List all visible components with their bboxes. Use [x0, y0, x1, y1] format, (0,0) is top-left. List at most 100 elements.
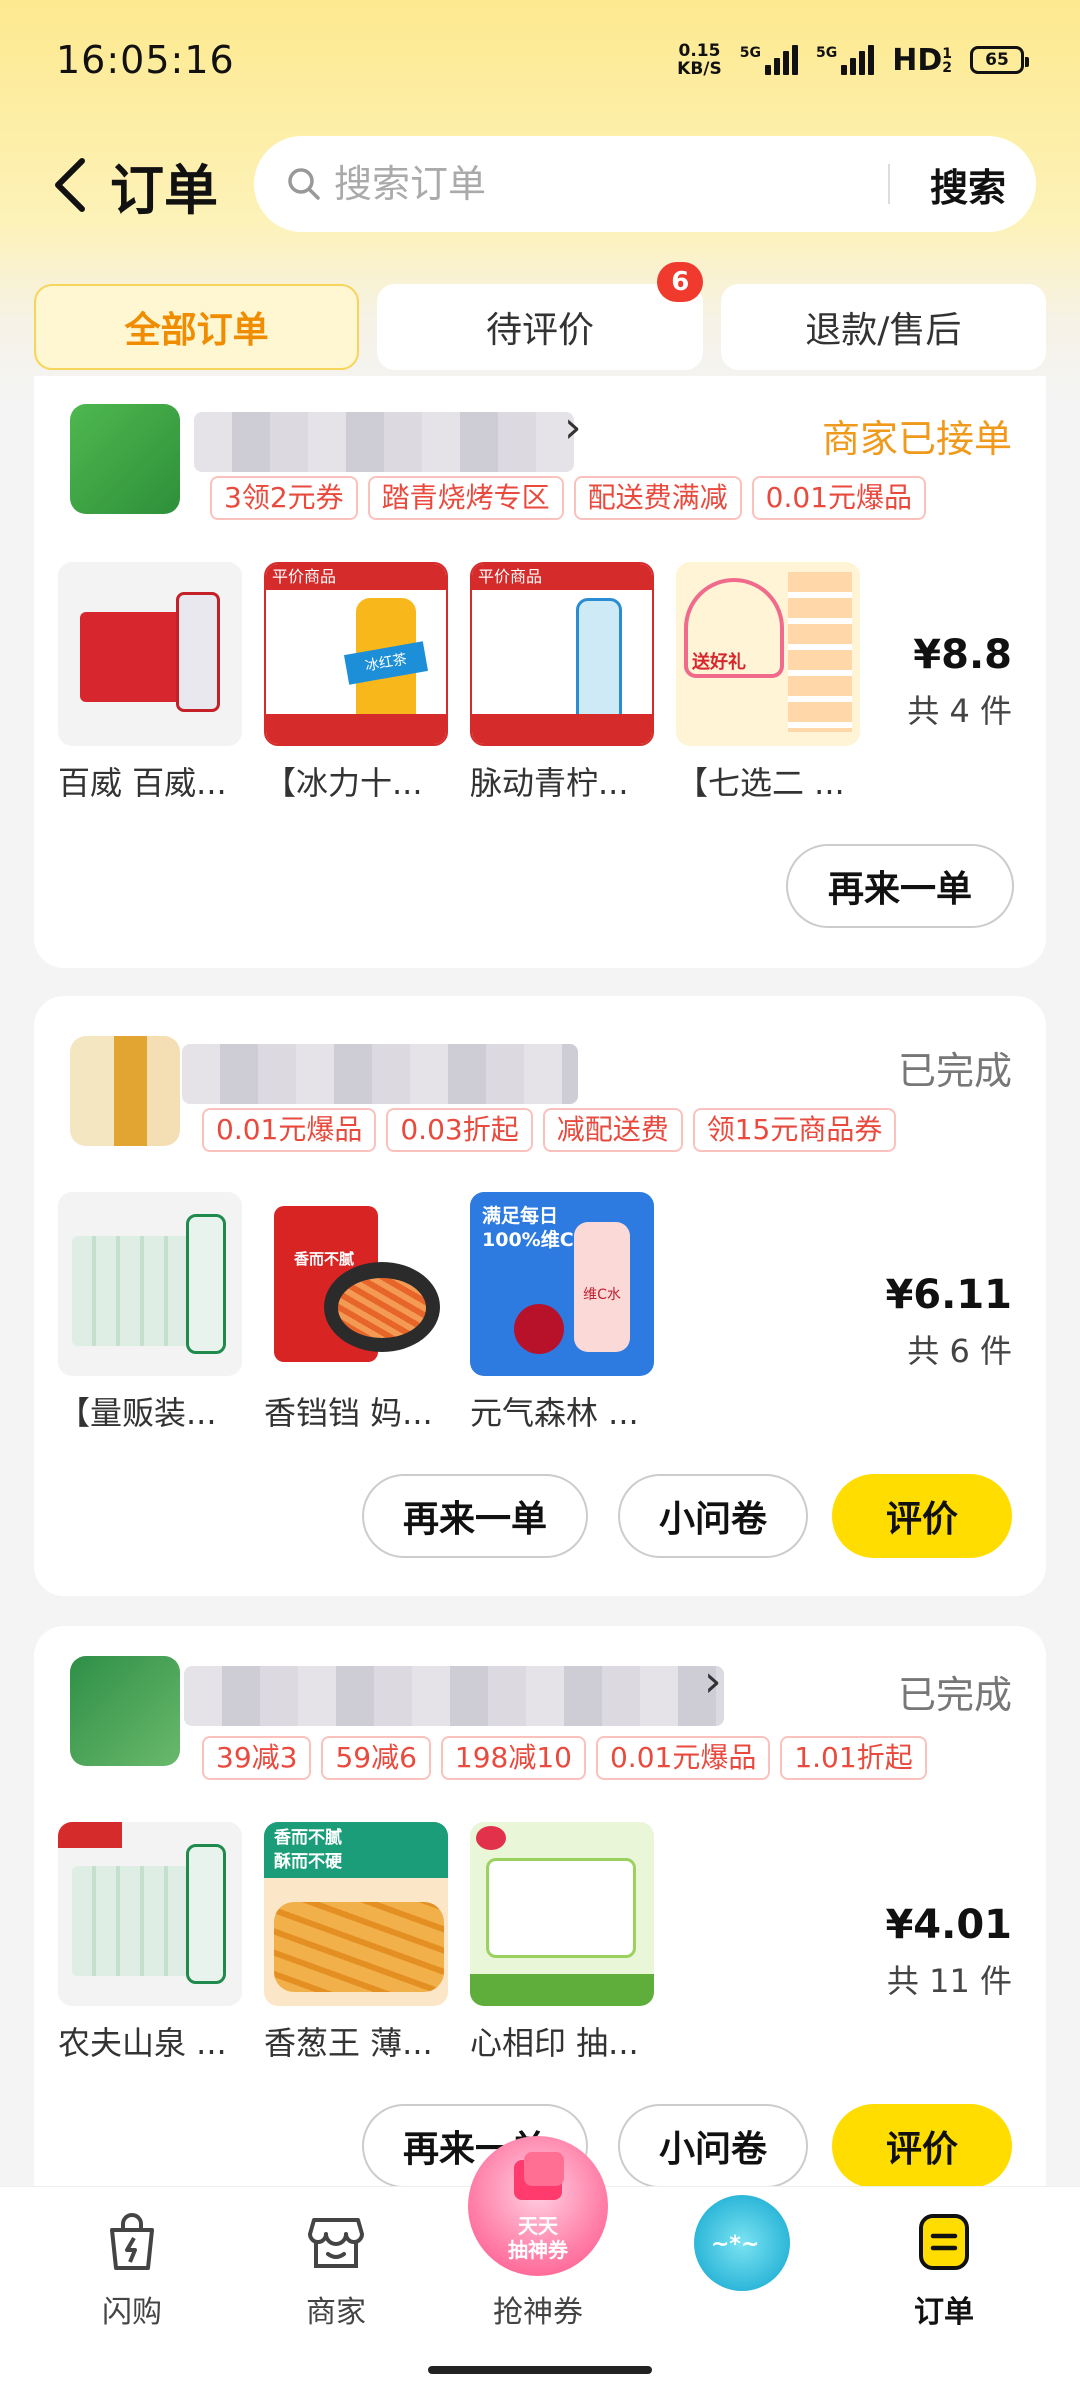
promo-tag: 3领2元券 [210, 476, 358, 520]
store-icon [301, 2207, 371, 2277]
shop-name[interactable] [194, 412, 574, 472]
ice-festival-icon: ~*~ [694, 2195, 790, 2291]
product-item[interactable]: 满足每日 100%维C 维C水 元气森林 ... [470, 1192, 654, 1434]
reorder-button[interactable]: 再来一单 [786, 844, 1014, 928]
promo-tag: 0.01元爆品 [595, 1736, 771, 1780]
product-name: 香葱王 薄... [264, 2024, 433, 2062]
status-bar: 16:05:16 0.15 KB/S 5G 5G HD 1 2 65 [0, 0, 1080, 120]
promo-label: 天天 抽神券 [508, 2214, 568, 2262]
order-quantity: 共 11 件 [886, 1962, 1012, 2000]
product-name: 元气森林 ... [470, 1394, 639, 1432]
clock: 16:05:16 [56, 38, 235, 82]
order-card[interactable]: › 商家已接单 3领2元券 踏青烧烤专区 配送费满减 0.01元爆品 百威 百威… [34, 376, 1046, 968]
promo-tag: 0.01元爆品 [202, 1108, 377, 1152]
hd-icon: HD 1 2 [892, 42, 952, 78]
product-item[interactable]: 送好礼 【七选二 ... [676, 562, 860, 804]
search-icon [284, 164, 324, 204]
promo-tags: 0.01元爆品 0.03折起 减配送费 领15元商品券 [202, 1108, 897, 1152]
product-list: 农夫山泉 ... 香而不腻 酥而不硬 香葱王 薄... 心相印 抽... [58, 1822, 654, 2064]
shop-logo [70, 1036, 180, 1146]
product-name: 脉动青柠... [470, 764, 629, 802]
svg-text:~*~: ~*~ [711, 2232, 759, 2257]
nav-flash-buy[interactable]: 闪购 [62, 2207, 202, 2331]
status-icons: 0.15 KB/S 5G 5G HD 1 2 65 [677, 41, 1029, 79]
tab-refund[interactable]: 退款/售后 [720, 284, 1046, 370]
product-item[interactable]: 平价商品 脉动青柠... [470, 562, 654, 804]
tab-all-orders[interactable]: 全部订单 [34, 284, 360, 370]
product-name: 百威 百威... [58, 764, 227, 802]
order-price: ¥6.11 [885, 1272, 1012, 1318]
orders-icon [909, 2207, 979, 2277]
product-list: 百威 百威... 平价商品 冰红茶 【冰力十... 平价商品 脉动青柠... 送… [58, 562, 860, 804]
order-price: ¥4.01 [885, 1902, 1012, 1948]
chevron-left-icon[interactable] [40, 145, 100, 225]
product-image [58, 562, 242, 746]
product-image [470, 1822, 654, 2006]
search-button[interactable]: 搜索 [930, 157, 1006, 212]
network-speed: 0.15 KB/S [677, 41, 722, 79]
promo-tags: 3领2元券 踏青烧烤专区 配送费满减 0.01元爆品 [210, 476, 927, 520]
promo-tag: 0.01元爆品 [751, 476, 927, 520]
shopping-bag-icon [97, 2207, 167, 2277]
review-button[interactable]: 评价 [832, 2104, 1012, 2186]
product-image: 满足每日 100%维C 维C水 [470, 1192, 654, 1376]
product-name: 农夫山泉 ... [58, 2024, 227, 2062]
survey-button[interactable]: 小问卷 [618, 2104, 808, 2186]
product-item[interactable]: 香而不腻 酥而不硬 香葱王 薄... [264, 1822, 448, 2064]
shop-name[interactable] [182, 1044, 578, 1104]
title-row: 订单 搜索 [0, 130, 1080, 240]
order-price: ¥8.8 [913, 632, 1012, 678]
product-item[interactable]: 香而不腻 香铛铛 妈... [264, 1192, 448, 1434]
product-list: 【量贩装... 香而不腻 香铛铛 妈... 满足每日 100%维C 维C水 元气… [58, 1192, 654, 1434]
search-input[interactable] [334, 162, 854, 206]
chevron-right-icon[interactable]: › [704, 1656, 722, 1707]
product-image: 香而不腻 [264, 1192, 448, 1376]
promo-tags: 39减3 59减6 198减10 0.01元爆品 1.01折起 [202, 1736, 927, 1780]
promo-tag: 39减3 [202, 1736, 312, 1780]
search-bar[interactable]: 搜索 [254, 136, 1036, 232]
order-card[interactable]: › 已完成 39减3 59减6 198减10 0.01元爆品 1.01折起 农夫… [34, 1626, 1046, 2186]
product-image [58, 1192, 242, 1376]
product-image: 平价商品 冰红茶 [264, 562, 448, 746]
promo-tag: 0.03折起 [386, 1108, 533, 1152]
reorder-button[interactable]: 再来一单 [362, 1474, 588, 1558]
promo-tag: 59减6 [321, 1736, 431, 1780]
nav-ice-festival[interactable]: ~*~ [672, 2195, 812, 2301]
product-item[interactable]: 【量贩装... [58, 1192, 242, 1434]
product-image: 平价商品 [470, 562, 654, 746]
search-divider [887, 164, 890, 204]
product-image: 送好礼 [676, 562, 860, 746]
nav-orders[interactable]: 订单 [874, 2207, 1014, 2331]
shop-logo [70, 404, 180, 514]
product-name: 心相印 抽... [470, 2024, 639, 2062]
tab-pending-review[interactable]: 待评价 6 [377, 262, 704, 370]
product-name: 【七选二 ... [676, 764, 845, 802]
survey-button[interactable]: 小问卷 [618, 1474, 808, 1558]
product-name: 香铛铛 妈... [264, 1394, 433, 1432]
product-name: 【冰力十... [264, 764, 423, 802]
product-item[interactable]: 农夫山泉 ... [58, 1822, 242, 2064]
review-button[interactable]: 评价 [832, 1474, 1012, 1558]
order-quantity: 共 4 件 [907, 692, 1012, 730]
promo-tag: 198减10 [440, 1736, 586, 1780]
promo-tag: 1.01折起 [780, 1736, 927, 1780]
page-title: 订单 [110, 158, 218, 222]
chevron-right-icon[interactable]: › [564, 402, 582, 453]
product-item[interactable]: 平价商品 冰红茶 【冰力十... [264, 562, 448, 804]
product-name: 【量贩装... [58, 1394, 217, 1432]
order-summary: ¥8.8 共 4 件 [907, 632, 1012, 732]
product-item[interactable]: 心相印 抽... [470, 1822, 654, 2064]
product-image: 香而不腻 酥而不硬 [264, 1822, 448, 2006]
order-summary: ¥6.11 共 6 件 [885, 1272, 1012, 1372]
promo-tag: 领15元商品券 [692, 1108, 897, 1152]
promo-tag: 配送费满减 [573, 476, 742, 520]
product-item[interactable]: 百威 百威... [58, 562, 242, 804]
home-indicator[interactable] [428, 2366, 652, 2374]
signal-icon: 5G [816, 45, 875, 75]
order-quantity: 共 6 件 [907, 1332, 1012, 1370]
promo-tag: 减配送费 [542, 1108, 683, 1152]
order-card[interactable]: 已完成 0.01元爆品 0.03折起 减配送费 领15元商品券 【量贩装... … [34, 996, 1046, 1596]
nav-merchants[interactable]: 商家 [266, 2207, 406, 2331]
order-status: 已完成 [897, 1673, 1012, 1717]
shop-name[interactable] [184, 1666, 724, 1726]
